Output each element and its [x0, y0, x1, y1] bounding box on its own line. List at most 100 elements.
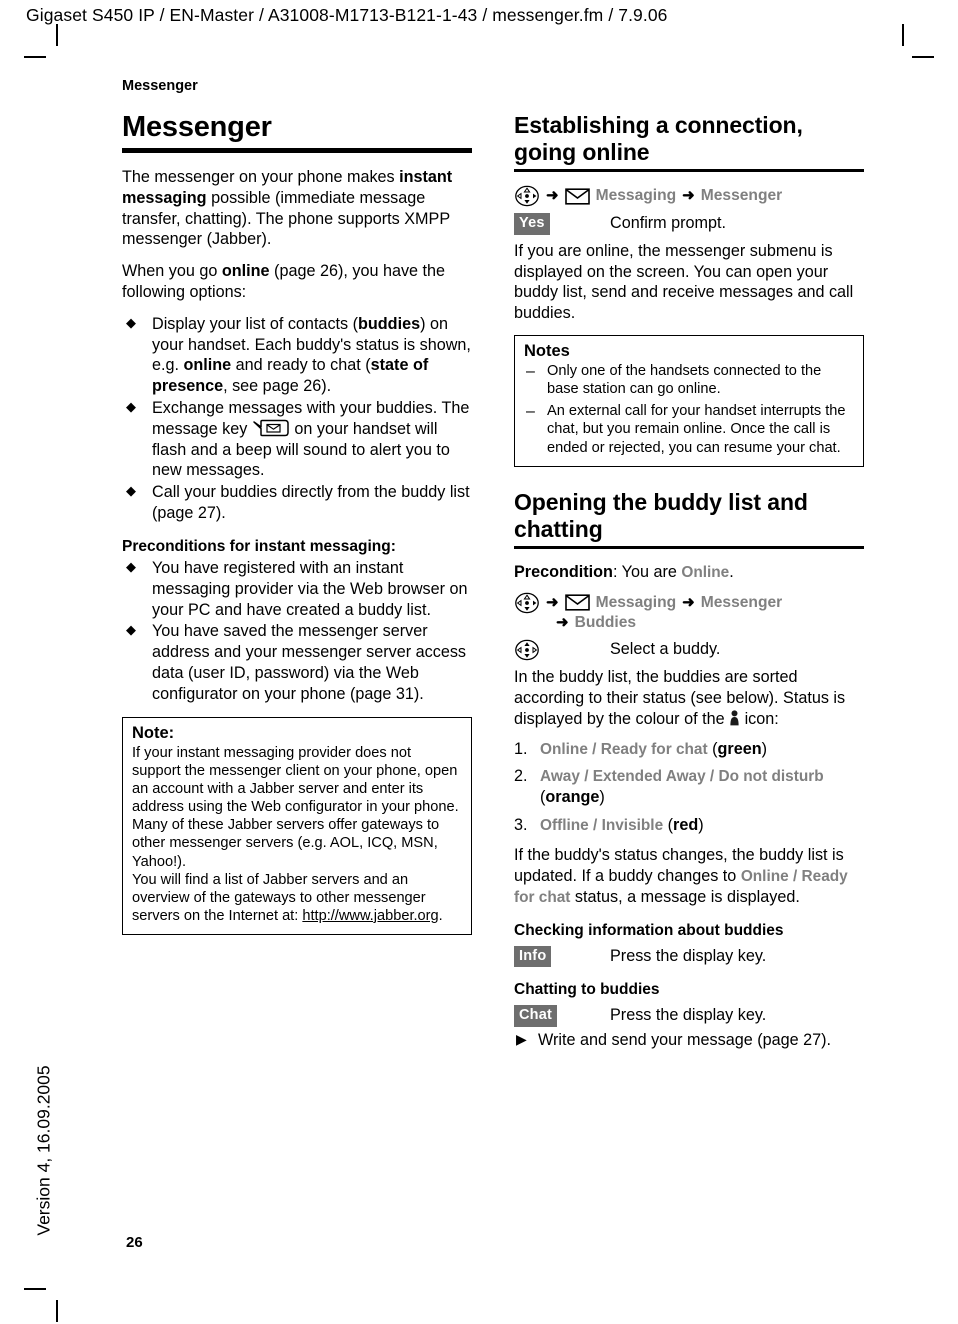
status-colour: red — [673, 815, 699, 834]
note-box-para-1: If your instant messaging provider does … — [132, 744, 459, 870]
list-item: ◆ Display your list of contacts (buddies)… — [122, 314, 472, 397]
page-number: 26 — [126, 1234, 143, 1251]
diamond-bullet-icon: ◆ — [126, 399, 136, 415]
precondition-b: : You are — [612, 563, 682, 582]
crop-mark-bottom-left-h — [24, 1288, 46, 1290]
note-item-1-text: Only one of the handsets connected to th… — [547, 363, 822, 398]
preconditions-list: ◆ You have registered with an instant mes… — [122, 558, 472, 705]
section-title-opening-buddy-list: Opening the buddy list and chatting — [514, 489, 864, 550]
step-key-cell — [514, 638, 610, 661]
step-text: Confirm prompt. — [610, 214, 727, 233]
crop-mark-top-right-v — [902, 24, 904, 46]
status-open: ( — [663, 815, 674, 834]
list-item: 2. Away / Extended Away / Do not disturb … — [514, 766, 864, 807]
list-item: ◆ You have registered with an instant mes… — [122, 558, 472, 620]
menu-item-messenger[interactable]: Messenger — [701, 186, 782, 207]
menu-item-messaging[interactable]: Messaging — [596, 186, 677, 207]
menu-item-messaging[interactable]: Messaging — [596, 593, 677, 614]
dash-bullet-icon: – — [526, 403, 535, 421]
list-item: – Only one of the handsets connected to t… — [524, 362, 854, 398]
note-box-para-2: You will find a list of Jabber servers a… — [132, 871, 462, 925]
status-colour: green — [717, 739, 762, 758]
left-column: Messenger The messenger on your phone ma… — [122, 111, 472, 936]
display-key-yes[interactable]: Yes — [514, 213, 550, 235]
step-key-cell: Chat — [514, 1004, 610, 1027]
step-confirm-prompt: Yes Confirm prompt. — [514, 212, 864, 235]
status-number: 1. — [514, 739, 528, 758]
version-note: Version 4, 16.09.2005 — [33, 1065, 54, 1236]
list-item: 1. Online / Ready for chat (green) — [514, 739, 864, 760]
paragraph-buddy-sorting: In the buddy list, the buddies are sorte… — [514, 667, 864, 729]
list-item: ◆ Exchange messages with your buddies. Th… — [122, 398, 472, 481]
document-page: Gigaset S450 IP / EN-Master / A31008-M17… — [0, 0, 958, 1324]
preconditions-title: Preconditions for instant messaging: — [122, 537, 396, 555]
status-list: 1. Online / Ready for chat (green) 2. Away… — [514, 739, 864, 835]
opt1-b1: buddies — [358, 314, 421, 333]
arrow-icon: ➜ — [546, 593, 559, 611]
step-key-cell: Info — [514, 945, 610, 968]
intro-paragraph-2: When you go online (page 26), you have t… — [122, 261, 472, 303]
display-key-info[interactable]: Info — [514, 945, 552, 968]
dash-bullet-icon: – — [526, 363, 535, 380]
menu-path-messenger: ➜ Messaging ➜ Messenger — [514, 185, 864, 207]
notes-list: – Only one of the handsets connected to t… — [524, 362, 854, 457]
status-close: ) — [761, 739, 767, 758]
note-box-title: Note: — [132, 723, 175, 742]
arrow-icon: ➜ — [556, 614, 569, 632]
print-header: Gigaset S450 IP / EN-Master / A31008-M17… — [26, 5, 668, 25]
navigation-key-icon — [514, 185, 540, 207]
arrow-icon: ➜ — [682, 187, 695, 205]
opt1-e: , see page 26). — [223, 377, 332, 396]
menu-path-buddies: ➜ Messaging ➜ Messenger — [514, 592, 864, 614]
opt3-a: Call your buddies directly from the budd… — [152, 483, 470, 523]
status-number: 3. — [514, 815, 528, 834]
precondition-label: Precondition — [514, 563, 613, 582]
intro-p2-a: When you go — [122, 262, 222, 281]
diamond-bullet-icon: ◆ — [126, 558, 136, 574]
precondition-d: . — [729, 563, 734, 582]
step-select-buddy: Select a buddy. — [514, 638, 864, 661]
sorting-a: In the buddy list, the buddies are sorte… — [514, 668, 846, 729]
precond-2-text: You have saved the messenger server addr… — [152, 622, 467, 703]
note-item-2-text: An external call for your handset interr… — [547, 403, 846, 456]
envelope-icon — [564, 594, 590, 611]
navigation-key-icon — [514, 592, 540, 614]
list-item: 3. Offline / Invisible (red) — [514, 815, 864, 836]
display-key-chat[interactable]: Chat — [514, 1005, 558, 1027]
opt1-d: and ready to chat ( — [231, 356, 371, 375]
diamond-bullet-icon: ◆ — [126, 314, 136, 330]
message-key-icon — [252, 419, 290, 437]
precond-1-text: You have registered with an instant mess… — [152, 558, 468, 619]
list-item: ◆ You have saved the messenger server add… — [122, 621, 472, 704]
subsection-checking-information: Checking information about buddies — [514, 921, 784, 939]
step-text: Press the display key. — [610, 946, 767, 965]
note-box: Note: If your instant messaging provider… — [122, 716, 472, 936]
update-c: status, a message is displayed. — [570, 887, 800, 906]
status-colour: orange — [545, 787, 600, 806]
chapter-title: Messenger — [122, 111, 472, 153]
diamond-bullet-icon: ◆ — [126, 483, 136, 499]
arrow-icon: ➜ — [682, 593, 695, 611]
navigation-key-icon[interactable] — [514, 639, 540, 661]
step-text: Press the display key. — [610, 1006, 767, 1025]
right-column: Establishing a connection, going online … — [514, 112, 864, 1050]
step-press-chat-key: Chat Press the display key. — [514, 1004, 864, 1027]
notes-box-title: Notes — [524, 342, 570, 360]
intro-p1-a: The messenger on your phone makes — [122, 167, 400, 186]
opt1-a: Display your list of contacts ( — [152, 314, 359, 333]
notes-box: Notes – Only one of the handsets connecte… — [514, 335, 864, 467]
step-key-cell: Yes — [514, 212, 610, 235]
jabber-url-link[interactable]: http://www.jabber.org — [302, 908, 438, 924]
note-box-para2-b: . — [438, 907, 443, 924]
precondition-line: Precondition: You are Online. — [514, 562, 864, 583]
menu-item-messenger[interactable]: Messenger — [701, 593, 782, 614]
status-close: ) — [698, 815, 704, 834]
arrow-icon: ➜ — [546, 187, 559, 205]
paragraph-online-submenu: If you are online, the messenger submenu… — [514, 241, 854, 323]
menu-item-buddies[interactable]: Buddies — [575, 613, 637, 634]
section-title-establishing-connection: Establishing a connection, going online — [514, 112, 864, 173]
intro-p2-bold: online — [221, 262, 270, 281]
list-item: – An external call for your handset inter… — [524, 402, 854, 456]
opt1-b2: online — [183, 356, 232, 375]
buddy-status-icon — [729, 710, 740, 726]
